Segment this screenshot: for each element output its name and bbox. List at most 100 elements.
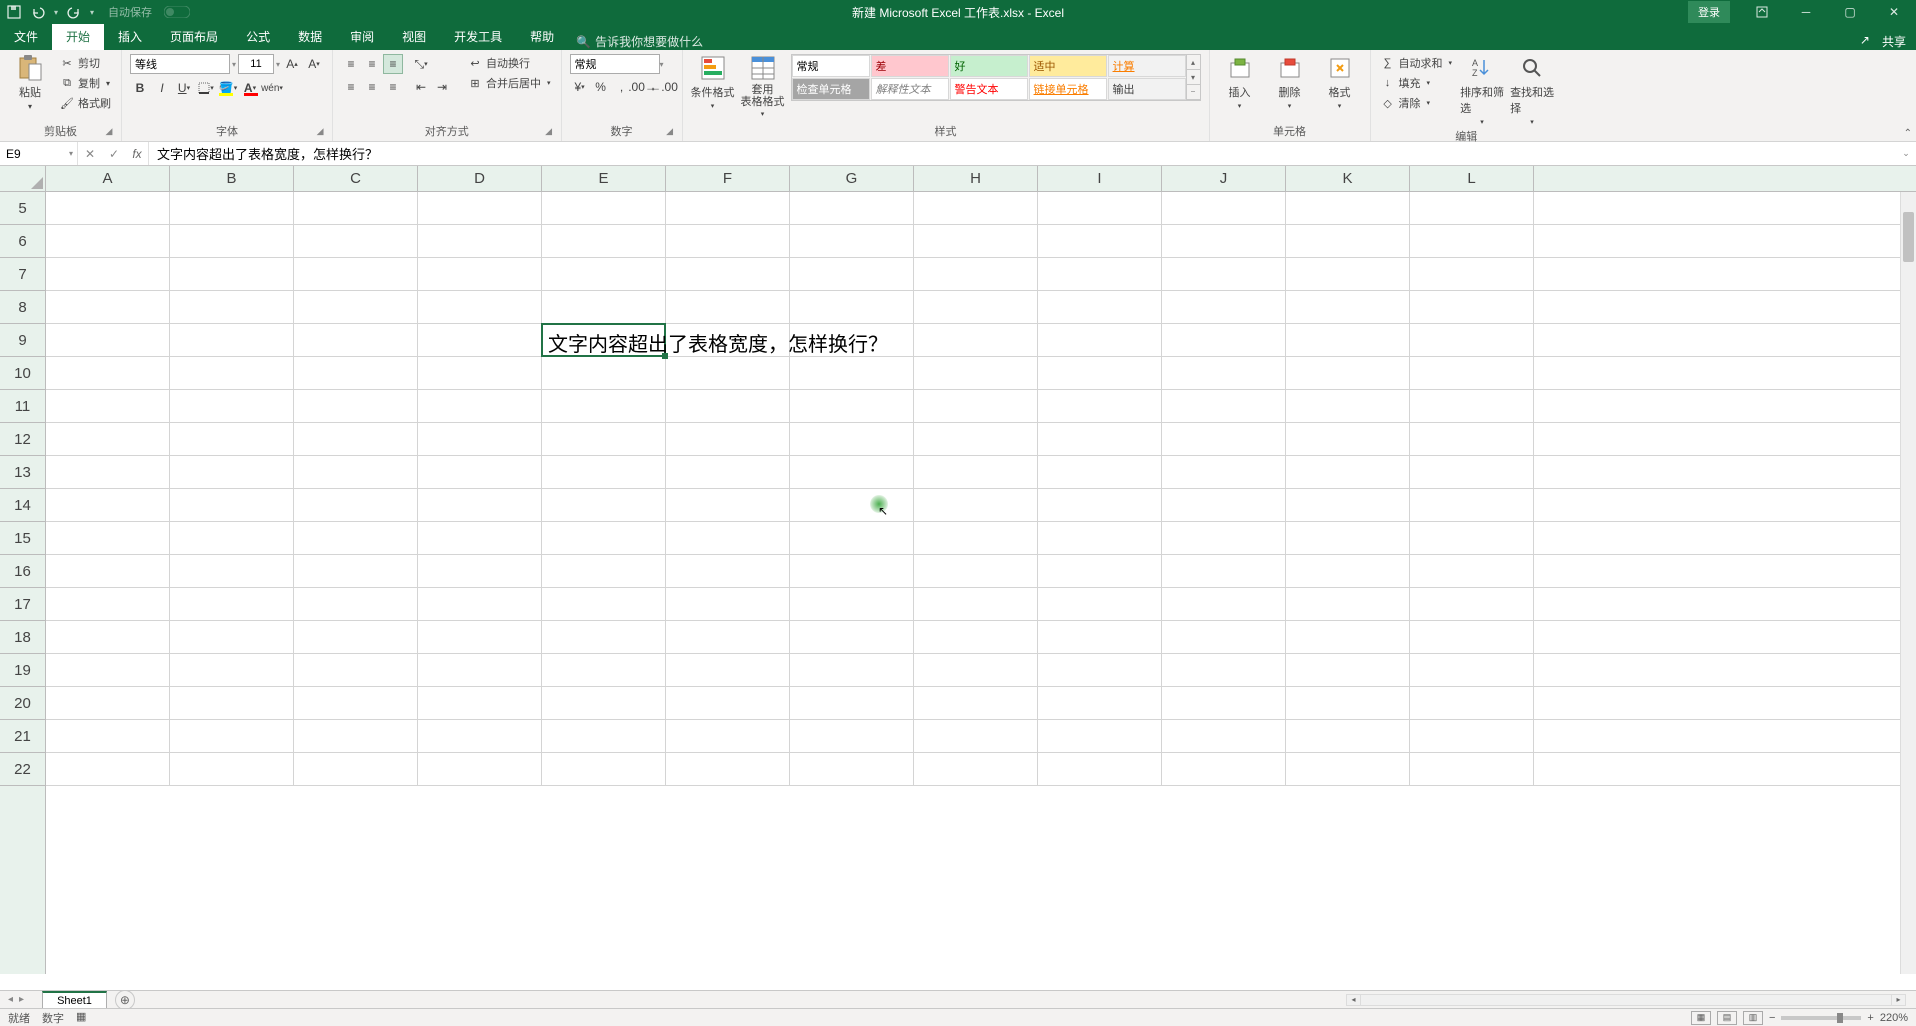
zoom-level[interactable]: 220% [1880, 1012, 1908, 1024]
horizontal-scrollbar[interactable]: ◂▸ [1346, 994, 1906, 1006]
col-header-B[interactable]: B [170, 166, 294, 191]
select-all-button[interactable] [0, 166, 46, 191]
font-launcher-icon[interactable]: ◢ [314, 126, 326, 138]
row-header-15[interactable]: 15 [0, 522, 45, 555]
align-center-icon[interactable]: ≡ [362, 77, 382, 97]
font-size-input[interactable] [238, 54, 274, 74]
row-header-9[interactable]: 9 [0, 324, 45, 357]
currency-icon[interactable]: ¥▾ [570, 77, 590, 97]
col-header-G[interactable]: G [790, 166, 914, 191]
sheet-tab-1[interactable]: Sheet1 [42, 991, 107, 1009]
align-right-icon[interactable]: ≡ [383, 77, 403, 97]
row-header-10[interactable]: 10 [0, 357, 45, 390]
cell-styles-gallery[interactable]: 常规差好适中计算检查单元格解释性文本警告文本链接单元格输出 [791, 54, 1187, 101]
row-header-18[interactable]: 18 [0, 621, 45, 654]
macro-record-icon[interactable]: ▦ [76, 1010, 86, 1026]
align-middle-icon[interactable]: ≡ [362, 54, 382, 74]
format-cells-button[interactable]: 格式▾ [1318, 54, 1362, 110]
expand-formula-icon[interactable]: ⌄ [1896, 142, 1916, 165]
tab-review[interactable]: 审阅 [336, 23, 388, 50]
tab-help[interactable]: 帮助 [516, 23, 568, 50]
clear-button[interactable]: ◇清除▾ [1379, 94, 1455, 112]
align-bottom-icon[interactable]: ≡ [383, 54, 403, 74]
phonetic-button[interactable]: wén▾ [262, 78, 282, 98]
delete-cells-button[interactable]: 删除▾ [1268, 54, 1312, 110]
row-header-17[interactable]: 17 [0, 588, 45, 621]
decrease-indent-icon[interactable]: ⇤ [411, 77, 431, 97]
number-launcher-icon[interactable]: ◢ [664, 126, 676, 138]
tab-layout[interactable]: 页面布局 [156, 23, 232, 50]
style-cell-3[interactable]: 适中 [1029, 55, 1107, 77]
fill-button[interactable]: ↓填充▾ [1379, 74, 1455, 92]
font-name-input[interactable] [130, 54, 230, 74]
row-header-11[interactable]: 11 [0, 390, 45, 423]
italic-button[interactable]: I [152, 78, 172, 98]
font-color-button[interactable]: A▾ [240, 78, 260, 98]
col-header-A[interactable]: A [46, 166, 170, 191]
col-header-D[interactable]: D [418, 166, 542, 191]
ribbon-options-icon[interactable] [1740, 0, 1784, 24]
orientation-icon[interactable]: ⤡▾ [411, 54, 431, 74]
wrap-text-button[interactable]: ↩自动换行 [466, 54, 553, 72]
formula-input[interactable]: 文字内容超出了表格宽度，怎样换行？ [149, 142, 1896, 165]
clipboard-launcher-icon[interactable]: ◢ [103, 126, 115, 138]
normal-view-icon[interactable]: ▦ [1691, 1011, 1711, 1025]
format-as-table-button[interactable]: 套用 表格格式▾ [741, 54, 785, 118]
increase-indent-icon[interactable]: ⇥ [432, 77, 452, 97]
cancel-formula-icon[interactable]: ✕ [78, 147, 102, 161]
row-header-13[interactable]: 13 [0, 456, 45, 489]
merge-center-button[interactable]: ⊞合并后居中▾ [466, 74, 553, 92]
page-layout-view-icon[interactable]: ▤ [1717, 1011, 1737, 1025]
zoom-in-button[interactable]: + [1867, 1012, 1873, 1024]
row-header-19[interactable]: 19 [0, 654, 45, 687]
style-cell-2[interactable]: 好 [950, 55, 1028, 77]
tab-formulas[interactable]: 公式 [232, 23, 284, 50]
insert-cells-button[interactable]: 插入▾ [1218, 54, 1262, 110]
style-cell-1[interactable]: 差 [871, 55, 949, 77]
row-header-14[interactable]: 14 [0, 489, 45, 522]
row-header-12[interactable]: 12 [0, 423, 45, 456]
save-icon[interactable] [6, 4, 22, 20]
row-header-22[interactable]: 22 [0, 753, 45, 786]
row-header-6[interactable]: 6 [0, 225, 45, 258]
row-header-7[interactable]: 7 [0, 258, 45, 291]
style-cell-7[interactable]: 警告文本 [950, 78, 1028, 100]
maximize-icon[interactable]: ▢ [1828, 0, 1872, 24]
border-button[interactable]: ▾ [196, 78, 216, 98]
col-header-C[interactable]: C [294, 166, 418, 191]
ribbon-mode-icon[interactable]: ↗ [1860, 33, 1870, 50]
col-header-I[interactable]: I [1038, 166, 1162, 191]
zoom-slider[interactable] [1781, 1016, 1861, 1020]
style-cell-8[interactable]: 链接单元格 [1029, 78, 1107, 100]
row-header-20[interactable]: 20 [0, 687, 45, 720]
number-format-input[interactable] [570, 54, 660, 74]
tab-view[interactable]: 视图 [388, 23, 440, 50]
col-header-F[interactable]: F [666, 166, 790, 191]
close-icon[interactable]: ✕ [1872, 0, 1916, 24]
col-header-K[interactable]: K [1286, 166, 1410, 191]
style-cell-0[interactable]: 常规 [792, 55, 870, 77]
cells-area[interactable]: 文字内容超出了表格宽度，怎样换行？ ↖ [46, 192, 1900, 974]
vertical-scrollbar[interactable] [1900, 192, 1916, 974]
name-box[interactable]: E9 [0, 142, 78, 165]
col-header-H[interactable]: H [914, 166, 1038, 191]
style-cell-6[interactable]: 解释性文本 [871, 78, 949, 100]
decrease-decimal-icon[interactable]: ←.00 [654, 77, 674, 97]
row-header-8[interactable]: 8 [0, 291, 45, 324]
percent-icon[interactable]: % [591, 77, 611, 97]
row-header-16[interactable]: 16 [0, 555, 45, 588]
enter-formula-icon[interactable]: ✓ [102, 147, 126, 161]
share-button[interactable]: 共享 [1882, 33, 1906, 50]
tab-home[interactable]: 开始 [52, 23, 104, 50]
tab-data[interactable]: 数据 [284, 23, 336, 50]
style-cell-9[interactable]: 输出 [1108, 78, 1186, 100]
cut-button[interactable]: ✂剪切 [58, 54, 113, 72]
redo-icon[interactable] [66, 4, 82, 20]
row-header-5[interactable]: 5 [0, 192, 45, 225]
tab-file[interactable]: 文件 [0, 23, 52, 50]
align-top-icon[interactable]: ≡ [341, 54, 361, 74]
conditional-format-button[interactable]: 条件格式▾ [691, 54, 735, 110]
align-left-icon[interactable]: ≡ [341, 77, 361, 97]
page-break-view-icon[interactable]: ▥ [1743, 1011, 1763, 1025]
gallery-scroll[interactable]: ▴▾⎯ [1187, 54, 1201, 101]
